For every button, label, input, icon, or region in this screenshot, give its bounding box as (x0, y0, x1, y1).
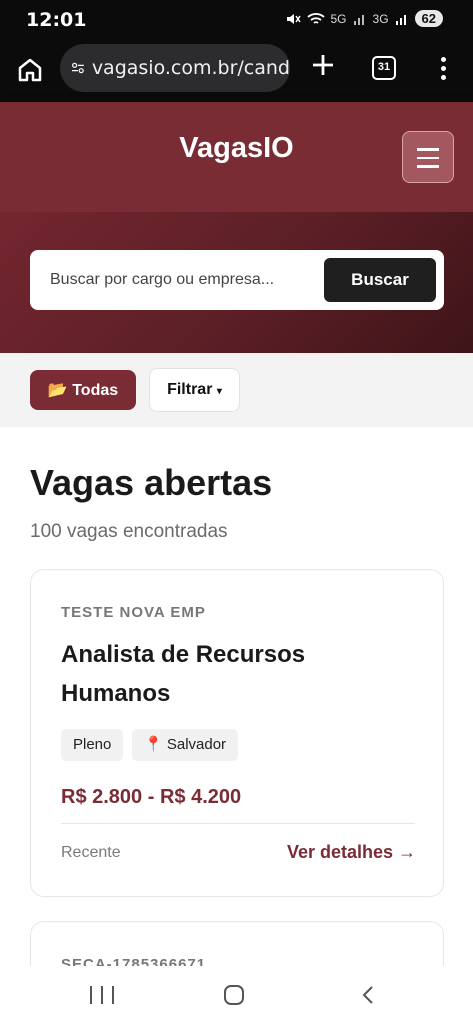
filter-bar: 📂 Todas Filtrar ▾ (0, 353, 473, 427)
url-text: vagasio.com.br/cand (91, 57, 290, 79)
mute-icon (286, 13, 301, 24)
home-button[interactable] (14, 54, 46, 86)
wifi-icon (306, 12, 325, 24)
more-vert-icon[interactable] (433, 54, 453, 84)
address-bar[interactable]: vagasio.com.br/cand (60, 44, 290, 92)
site-info-icon[interactable] (70, 56, 86, 80)
new-tab-button[interactable] (308, 50, 338, 80)
tabs-button[interactable]: 31 (372, 56, 396, 80)
status-time: 12:01 (26, 9, 87, 31)
result-count: 100 vagas encontradas (30, 521, 228, 542)
search-button[interactable]: Buscar (324, 258, 436, 302)
plus-icon (313, 55, 333, 75)
signal-icon (395, 14, 406, 25)
job-level-tag: Pleno (61, 729, 124, 761)
hamburger-menu-button[interactable] (402, 131, 454, 183)
signal-5g-label: 5G (330, 11, 347, 26)
recent-apps-button[interactable] (90, 986, 114, 1004)
job-location-tag: 📍 Salvador (132, 729, 239, 761)
system-nav-bar (0, 966, 473, 1024)
status-icons: 5G 3G 62 (285, 10, 443, 27)
search-input[interactable] (50, 250, 320, 310)
home-nav-button[interactable] (224, 985, 244, 1005)
back-icon (362, 986, 373, 1004)
browser-toolbar: vagasio.com.br/cand 31 (0, 40, 473, 102)
job-card[interactable]: TESTE NOVA EMP Analista de Recursos Huma… (30, 569, 444, 897)
job-company: TESTE NOVA EMP (61, 604, 206, 621)
battery-indicator: 62 (414, 10, 443, 27)
page-title: Vagas abertas (30, 462, 273, 503)
job-salary: R$ 2.800 - R$ 4.200 (61, 786, 242, 808)
view-details-link[interactable]: Ver detalhes → (287, 842, 416, 863)
filter-all-chip[interactable]: 📂 Todas (30, 370, 136, 410)
chevron-down-icon: ▾ (216, 386, 222, 397)
hero-search-section: Buscar (0, 212, 473, 353)
job-title[interactable]: Analista de Recursos Humanos (61, 635, 361, 713)
filter-label: Filtrar (167, 381, 213, 398)
filter-dropdown-button[interactable]: Filtrar ▾ (149, 368, 240, 412)
home-icon (18, 58, 42, 82)
signal-3g-label: 3G (372, 11, 389, 26)
job-posted-date: Recente (61, 844, 121, 861)
site-header: VagasIO (0, 102, 473, 212)
card-divider (61, 823, 415, 824)
status-bar: 12:01 5G 3G 62 (0, 0, 473, 40)
signal-icon (353, 14, 364, 25)
search-box: Buscar (30, 250, 444, 310)
back-button[interactable] (358, 984, 380, 1006)
